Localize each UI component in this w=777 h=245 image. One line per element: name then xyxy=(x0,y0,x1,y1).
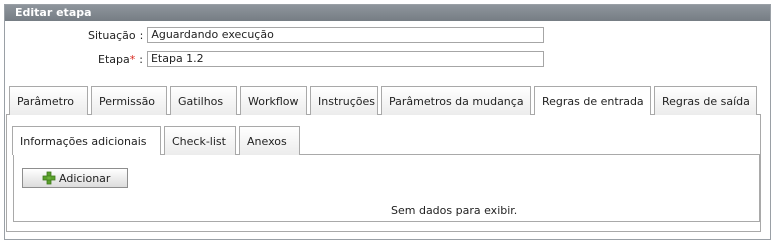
add-button[interactable]: Adicionar xyxy=(22,168,128,188)
tab-regras-de-entrada[interactable]: Regras de entrada xyxy=(534,86,651,115)
add-button-label: Adicionar xyxy=(59,171,111,185)
tab-label: Workflow xyxy=(248,94,299,108)
tab-label: Regras de entrada xyxy=(542,94,644,108)
situacao-separator: : xyxy=(139,28,144,42)
tab-permissao[interactable]: Permissão xyxy=(91,86,167,115)
empty-grid-message: Sem dados para exibir. xyxy=(391,204,518,217)
tab-label: Instruções xyxy=(318,94,376,108)
tab-anexos[interactable]: Anexos xyxy=(239,126,300,155)
required-mark: * xyxy=(129,52,136,66)
etapa-row: Etapa* : Etapa 1.2 xyxy=(98,51,544,67)
tab-label: Informações adicionais xyxy=(20,134,147,148)
tab-label: Check-list xyxy=(172,134,226,148)
plus-icon xyxy=(42,171,56,185)
tab-label: Parâmetros da mudança xyxy=(389,94,524,108)
tab-instrucoes[interactable]: Instruções xyxy=(310,86,378,115)
situacao-label: Situação xyxy=(88,28,136,42)
etapa-field[interactable]: Etapa 1.2 xyxy=(146,51,544,67)
panel-title: Editar etapa xyxy=(5,5,770,21)
situacao-field[interactable]: Aguardando execução xyxy=(147,27,545,43)
situacao-row: Situação : Aguardando execução xyxy=(88,27,545,43)
tab-workflow[interactable]: Workflow xyxy=(240,86,307,115)
tab-parametros-da-mudanca[interactable]: Parâmetros da mudança xyxy=(381,86,531,115)
tab-label: Anexos xyxy=(247,134,287,148)
etapa-label: Etapa* xyxy=(98,52,136,66)
etapa-separator: : xyxy=(139,52,143,66)
tab-label: Permissão xyxy=(99,94,156,108)
tab-regras-de-saida[interactable]: Regras de saída xyxy=(654,86,757,115)
tab-check-list[interactable]: Check-list xyxy=(164,126,236,155)
tab-label: Regras de saída xyxy=(662,94,750,108)
tab-label: Parâmetro xyxy=(17,94,74,108)
tab-parametro[interactable]: Parâmetro xyxy=(9,86,88,115)
tab-gatilhos[interactable]: Gatilhos xyxy=(170,86,237,115)
inner-tabbar: Informações adicionais Check-list Anexos xyxy=(12,126,300,155)
main-tabbar: Parâmetro Permissão Gatilhos Workflow In… xyxy=(9,86,757,115)
tab-label: Gatilhos xyxy=(178,94,224,108)
inner-tab-content xyxy=(13,154,760,222)
tab-informacoes-adicionais[interactable]: Informações adicionais xyxy=(12,126,161,155)
